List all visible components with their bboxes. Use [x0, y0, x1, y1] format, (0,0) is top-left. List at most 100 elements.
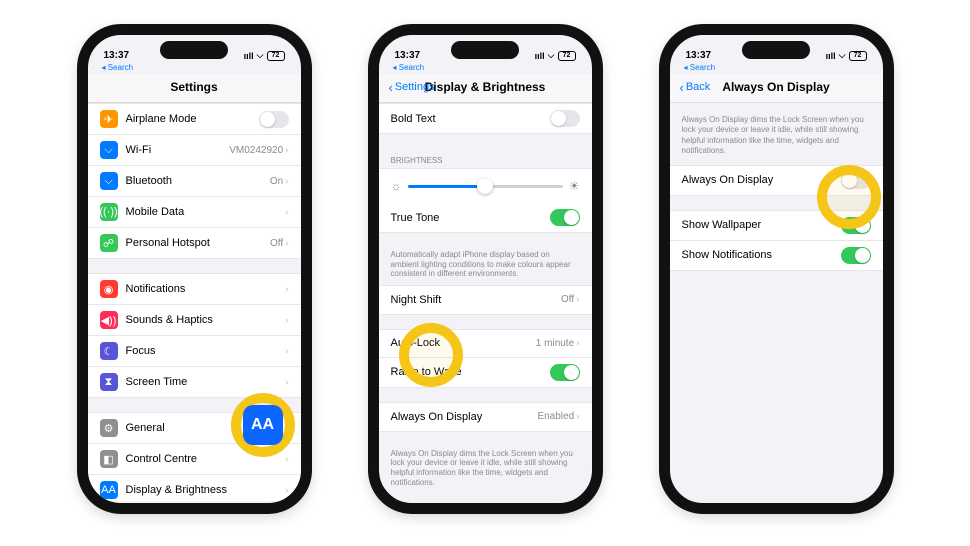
- signal-icon: ııll: [244, 51, 254, 61]
- row-label: Display & Brightness: [126, 484, 286, 496]
- row-icon: ◀)): [100, 311, 118, 329]
- chevron-right-icon: ›: [285, 207, 288, 218]
- status-time: 13:37: [104, 50, 154, 61]
- row-true-tone[interactable]: True Tone: [379, 203, 592, 232]
- row-label: Notifications: [126, 283, 286, 295]
- breadcrumb[interactable]: ◂ Search: [379, 63, 592, 74]
- display-header: DISPLAY: [379, 493, 592, 501]
- settings-row[interactable]: ◀))Sounds & Haptics›: [88, 305, 301, 336]
- row-label: Mobile Data: [126, 206, 284, 218]
- row-label: Wi-Fi: [126, 144, 230, 156]
- aod-content: Always On Display dims the Lock Screen w…: [670, 103, 883, 501]
- chevron-right-icon: ›: [285, 145, 288, 156]
- row-value: On: [270, 176, 283, 187]
- brightness-content: Bold Text BRIGHTNESS ☼ ☀ True Tone Autom…: [379, 103, 592, 501]
- breadcrumb[interactable]: ◂ Search: [670, 63, 883, 74]
- row-icon: AA: [100, 481, 118, 499]
- row-label: Screen Time: [126, 376, 286, 388]
- row-icon: ◉: [100, 280, 118, 298]
- row-value: VM0242920: [229, 145, 283, 156]
- chevron-right-icon: ›: [576, 294, 579, 305]
- chevron-right-icon: ›: [285, 315, 288, 326]
- signal-icon: ııll: [535, 51, 545, 61]
- phone-settings: 13:37 ııll ⌵ 72 ◂ Search Settings ✈︎ Airp…: [77, 24, 312, 514]
- chevron-right-icon: ›: [285, 377, 288, 388]
- row-icon: ☍: [100, 234, 118, 252]
- nav-bar: ‹ Back Always On Display: [670, 74, 883, 103]
- settings-row[interactable]: ⌵ BluetoothOn›: [88, 166, 301, 197]
- brightness-header: BRIGHTNESS: [379, 148, 592, 168]
- group-network: ✈︎Airplane Mode⌵Wi-FiVM0242920›⌵Bluetoot…: [88, 103, 301, 259]
- row-night-shift[interactable]: Night Shift Off ›: [379, 286, 592, 314]
- wifi-icon: ⌵: [548, 50, 555, 61]
- chevron-left-icon: ‹: [389, 80, 393, 95]
- settings-row[interactable]: AA Display & Brightness›: [88, 475, 301, 501]
- battery-icon: 72: [267, 51, 285, 61]
- settings-row[interactable]: ⌵ Wi-FiVM0242920›: [88, 135, 301, 166]
- toggle-bold-text[interactable]: [550, 110, 580, 127]
- chevron-right-icon: ›: [285, 176, 288, 187]
- signal-icon: ııll: [826, 51, 836, 61]
- aod-description: Always On Display dims the Lock Screen w…: [670, 103, 883, 165]
- row-icon: ⚙: [100, 419, 118, 437]
- chevron-right-icon: ›: [285, 346, 288, 357]
- chevron-right-icon: ›: [576, 338, 579, 349]
- group-alerts: ◉Notifications›◀))Sounds & Haptics›☾Focu…: [88, 273, 301, 398]
- row-icon: ☾: [100, 342, 118, 360]
- true-tone-note: Automatically adapt iPhone display based…: [379, 247, 592, 285]
- status-time: 13:37: [395, 50, 445, 61]
- row-toggle[interactable]: [259, 111, 289, 128]
- chevron-right-icon: ›: [285, 485, 288, 496]
- chevron-right-icon: ›: [285, 238, 288, 249]
- row-icon: ⧗: [100, 373, 118, 391]
- row-icon: ⌵: [100, 172, 118, 190]
- wifi-icon: ⌵: [839, 50, 846, 61]
- back-button[interactable]: ‹ Settings: [389, 80, 435, 95]
- status-bar: 13:37 ııll ⌵ 72: [379, 35, 592, 63]
- toggle-true-tone[interactable]: [550, 209, 580, 226]
- display-brightness-icon: AA: [243, 405, 283, 445]
- battery-icon: 72: [558, 51, 576, 61]
- row-icon: ◧: [100, 450, 118, 468]
- row-icon: ⌵: [100, 141, 118, 159]
- status-bar: 13:37 ııll ⌵ 72: [88, 35, 301, 63]
- row-bold-text[interactable]: Bold Text: [379, 104, 592, 133]
- row-label: Focus: [126, 345, 286, 357]
- row-show-notifications[interactable]: Show Notifications: [670, 241, 883, 270]
- page-title: Display & Brightness: [425, 80, 546, 94]
- row-label: Bluetooth: [126, 175, 270, 187]
- nav-bar: ‹ Settings Display & Brightness: [379, 74, 592, 103]
- wifi-icon: ⌵: [257, 50, 264, 61]
- settings-row[interactable]: ☍ Personal HotspotOff›: [88, 228, 301, 258]
- row-label: Personal Hotspot: [126, 237, 271, 249]
- chevron-right-icon: ›: [576, 411, 579, 422]
- brightness-slider-row[interactable]: ☼ ☀: [379, 169, 592, 203]
- toggle-raise-to-wake[interactable]: [550, 364, 580, 381]
- status-icons: ııll ⌵ 72: [826, 50, 867, 61]
- nav-bar: Settings: [88, 74, 301, 103]
- back-button[interactable]: ‹ Back: [680, 80, 711, 95]
- sun-high-icon: ☀: [569, 179, 580, 193]
- brightness-slider[interactable]: [408, 185, 563, 188]
- aod-note: Always On Display dims the Lock Screen w…: [379, 446, 592, 493]
- settings-row[interactable]: ☾ Focus›: [88, 336, 301, 367]
- row-icon: ((·)): [100, 203, 118, 221]
- status-icons: ııll ⌵ 72: [535, 50, 576, 61]
- toggle-show-notifications[interactable]: [841, 247, 871, 264]
- highlight-aod-row: [399, 323, 463, 387]
- back-label: Settings: [395, 81, 435, 93]
- settings-row[interactable]: ((·)) Mobile Data›: [88, 197, 301, 228]
- settings-row[interactable]: ✈︎ Airplane Mode: [88, 104, 301, 135]
- chevron-right-icon: ›: [285, 284, 288, 295]
- sun-low-icon: ☼: [391, 179, 402, 193]
- row-always-on-display[interactable]: Always On Display Enabled ›: [379, 403, 592, 431]
- settings-row[interactable]: ◉ Notifications›: [88, 274, 301, 305]
- page-title: Always On Display: [722, 80, 829, 94]
- chevron-right-icon: ›: [285, 454, 288, 465]
- breadcrumb[interactable]: ◂ Search: [88, 63, 301, 74]
- status-time: 13:37: [686, 50, 736, 61]
- row-value: Off: [270, 238, 283, 249]
- row-icon: ✈︎: [100, 110, 118, 128]
- row-label: Airplane Mode: [126, 113, 259, 125]
- back-label: Back: [686, 81, 710, 93]
